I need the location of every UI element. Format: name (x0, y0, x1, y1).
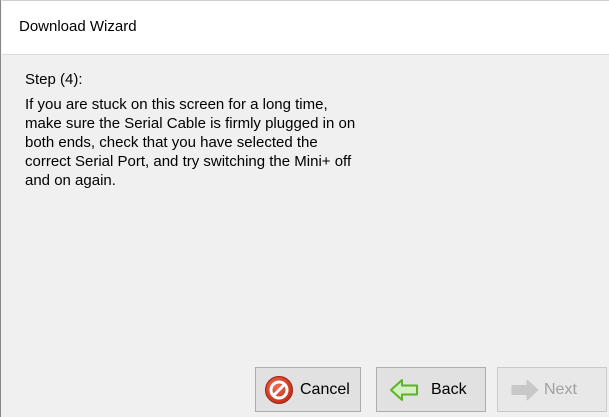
instruction-line: and on again. (25, 172, 116, 189)
instruction-line: both ends, check that you have selected … (25, 134, 318, 151)
next-button[interactable]: Next (497, 367, 607, 412)
instruction-line: correct Serial Port, and try switching t… (25, 153, 352, 170)
cancel-label: Cancel (300, 380, 350, 398)
arrow-right-icon (510, 375, 540, 405)
cancel-button[interactable]: Cancel (255, 367, 361, 412)
download-wizard-window: Download Wizard Step (4): If you are stu… (0, 0, 609, 417)
back-button[interactable]: Back (376, 367, 486, 412)
wizard-content: Step (4): If you are stuck on this scree… (25, 70, 465, 190)
title-bar: Download Wizard (2, 0, 609, 55)
cancel-icon (264, 375, 294, 405)
back-label: Back (431, 380, 467, 398)
step-label: Step (4): (25, 71, 83, 88)
window-title: Download Wizard (19, 18, 137, 35)
arrow-left-icon (389, 375, 419, 405)
instruction-line: make sure the Serial Cable is firmly plu… (25, 115, 356, 132)
next-label: Next (544, 380, 577, 398)
instruction-line: If you are stuck on this screen for a lo… (25, 96, 328, 113)
